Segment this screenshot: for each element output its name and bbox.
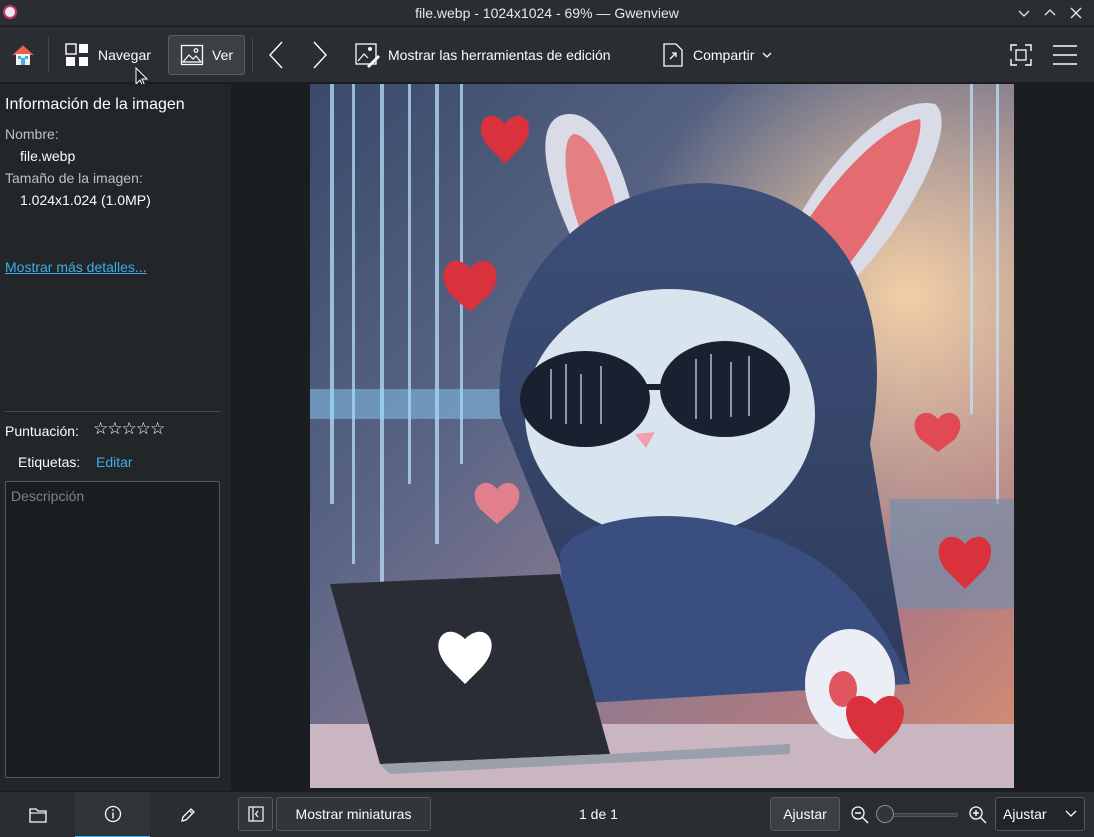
fullscreen-button[interactable] — [1006, 35, 1036, 75]
share-button[interactable]: Compartir — [661, 35, 772, 75]
info-sidebar: Información de la imagen Nombre: file.we… — [0, 84, 231, 791]
share-label: Compartir — [693, 47, 755, 63]
close-icon — [1070, 7, 1082, 19]
image-viewer[interactable] — [232, 84, 1094, 791]
zoom-select-value: Ajustar — [1003, 806, 1047, 822]
sidebar-tab-folders[interactable] — [0, 792, 75, 837]
zoom-out-icon[interactable] — [850, 805, 870, 825]
sidebar-collapse-icon — [247, 806, 264, 822]
home-button[interactable] — [6, 35, 40, 75]
bottom-bar: Mostrar miniaturas 1 de 1 Ajustar Ajusta… — [0, 791, 1094, 837]
view-label: Ver — [212, 47, 234, 63]
image-edit-icon — [355, 43, 380, 68]
name-label: Nombre: — [5, 126, 59, 142]
grid-icon — [65, 43, 88, 66]
previous-image-button[interactable] — [262, 35, 290, 75]
image-icon — [180, 44, 204, 66]
zoom-select[interactable]: Ajustar — [995, 797, 1085, 831]
minimize-button[interactable] — [1012, 1, 1036, 25]
edit-tags-link[interactable]: Editar — [96, 454, 133, 470]
rating-label: Puntuación: — [5, 423, 79, 439]
view-button[interactable]: Ver — [168, 35, 245, 75]
toolbar-separator — [48, 37, 49, 73]
share-icon — [663, 43, 683, 67]
close-button[interactable] — [1064, 1, 1088, 25]
zoom-in-icon[interactable] — [968, 805, 988, 825]
hamburger-menu-icon — [1053, 45, 1077, 65]
sidebar-tab-operations[interactable] — [150, 792, 225, 837]
show-more-details-link[interactable]: Mostrar más detalles... — [5, 259, 147, 275]
image-info-heading: Información de la imagen — [5, 96, 185, 113]
show-edit-tools-label: Mostrar las herramientas de edición — [388, 47, 611, 63]
maximize-button[interactable] — [1038, 1, 1062, 25]
chevron-left-icon — [269, 41, 283, 69]
displayed-image[interactable] — [310, 84, 1014, 788]
home-icon — [12, 45, 34, 65]
next-image-button[interactable] — [306, 35, 334, 75]
sidebar-tab-information[interactable] — [75, 792, 150, 837]
rating-stars[interactable]: ☆☆☆☆☆ — [93, 419, 165, 439]
toolbar-separator — [252, 37, 253, 73]
page-count: 1 de 1 — [579, 806, 618, 822]
title-bar: file.webp - 1024x1024 - 69% — Gwenview — [0, 0, 1094, 26]
chevron-down-icon — [1018, 10, 1030, 17]
main-menu-button[interactable] — [1050, 35, 1080, 75]
window-title: file.webp - 1024x1024 - 69% — Gwenview — [415, 4, 679, 21]
chevron-down-icon — [763, 52, 772, 58]
info-icon — [104, 805, 121, 823]
pencil-icon — [180, 808, 195, 822]
zoom-slider-handle[interactable] — [876, 805, 894, 823]
sidebar-divider — [5, 411, 221, 412]
window-controls — [1012, 0, 1088, 26]
description-input[interactable] — [6, 482, 219, 777]
name-value: file.webp — [20, 148, 76, 164]
show-thumbnails-button[interactable]: Mostrar miniaturas — [276, 797, 431, 831]
bunny-hacker-illustration — [310, 84, 1014, 788]
toggle-sidebar-button[interactable] — [238, 797, 273, 831]
gwenview-app-icon[interactable] — [3, 5, 17, 19]
image-size-label: Tamaño de la imagen: — [5, 170, 143, 186]
fit-button[interactable]: Ajustar — [770, 797, 840, 831]
chevron-right-icon — [313, 41, 327, 69]
browse-label: Navegar — [98, 47, 151, 63]
folder-icon — [28, 808, 47, 823]
description-box — [5, 481, 220, 778]
main-toolbar: Navegar Ver Mostrar las herramientas de … — [0, 27, 1094, 88]
chevron-down-icon — [1065, 810, 1077, 817]
show-edit-tools-button[interactable]: Mostrar las herramientas de edición — [354, 35, 611, 75]
fullscreen-icon — [1010, 44, 1032, 66]
chevron-up-icon — [1044, 9, 1056, 16]
tags-label: Etiquetas: — [18, 454, 81, 470]
image-size-value: 1.024x1.024 (1.0MP) — [20, 192, 151, 208]
